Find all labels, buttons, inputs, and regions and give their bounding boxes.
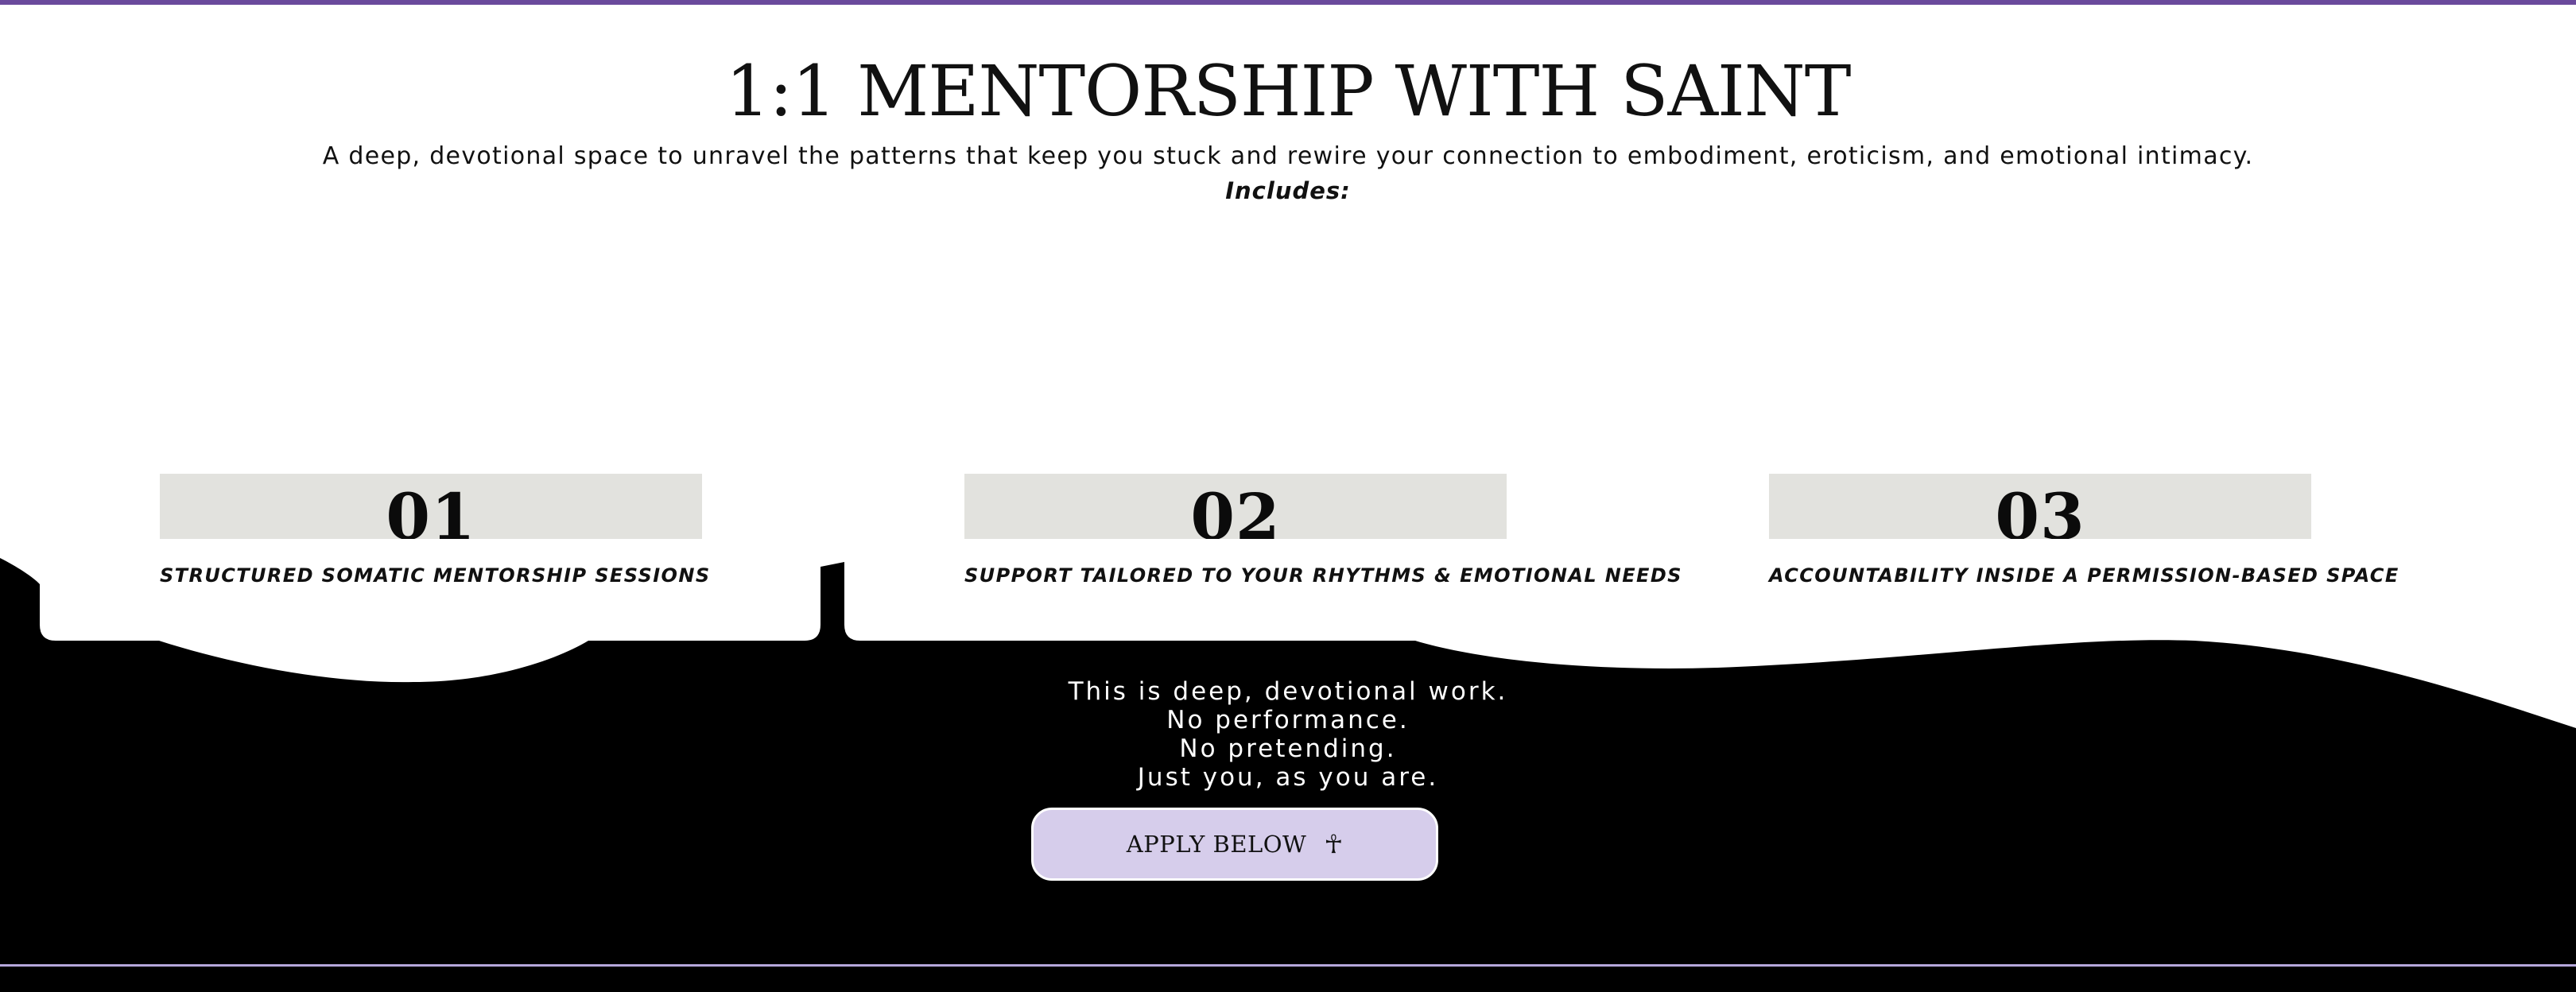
page-subtitle: A deep, devotional space to unravel the … bbox=[322, 142, 2254, 170]
card-number-box: 01 bbox=[160, 474, 702, 539]
feature-card-1: 01 STRUCTURED SOMATIC MENTORSHIP SESSION… bbox=[160, 474, 711, 587]
closing-statement: This is deep, devotional work. No perfor… bbox=[0, 677, 2576, 792]
closing-line: No pretending. bbox=[1179, 734, 1397, 763]
feature-card-3: 03 ACCOUNTABILITY INSIDE A PERMISSION-BA… bbox=[1769, 474, 2399, 587]
card-label: STRUCTURED SOMATIC MENTORSHIP SESSIONS bbox=[160, 564, 711, 587]
closing-line: This is deep, devotional work. bbox=[1068, 677, 1508, 706]
page-header: 1:1 MENTORSHIP WITH SAINT A deep, devoti… bbox=[0, 48, 2576, 207]
card-number-box: 03 bbox=[1769, 474, 2311, 539]
ankh-icon: ☥ bbox=[1324, 829, 1344, 859]
card-number-box: 02 bbox=[964, 474, 1507, 539]
closing-line: Just you, as you are. bbox=[1137, 763, 1439, 792]
page-title: 1:1 MENTORSHIP WITH SAINT bbox=[725, 50, 1852, 132]
apply-below-button[interactable]: APPLY BELOW ☥ bbox=[1031, 808, 1438, 881]
card-label: ACCOUNTABILITY INSIDE A PERMISSION-BASED… bbox=[1769, 564, 2399, 587]
footer-divider bbox=[0, 964, 2576, 967]
apply-button-label: APPLY BELOW bbox=[1126, 831, 1307, 858]
closing-line: No performance. bbox=[1166, 706, 1410, 734]
feature-card-2: 02 SUPPORT TAILORED TO YOUR RHYTHMS & EM… bbox=[964, 474, 1682, 587]
includes-label: Includes: bbox=[1225, 177, 1351, 204]
card-number: 02 bbox=[1190, 479, 1281, 539]
card-number: 03 bbox=[1995, 479, 2085, 539]
card-label: SUPPORT TAILORED TO YOUR RHYTHMS & EMOTI… bbox=[964, 564, 1682, 587]
card-number: 01 bbox=[386, 479, 476, 539]
